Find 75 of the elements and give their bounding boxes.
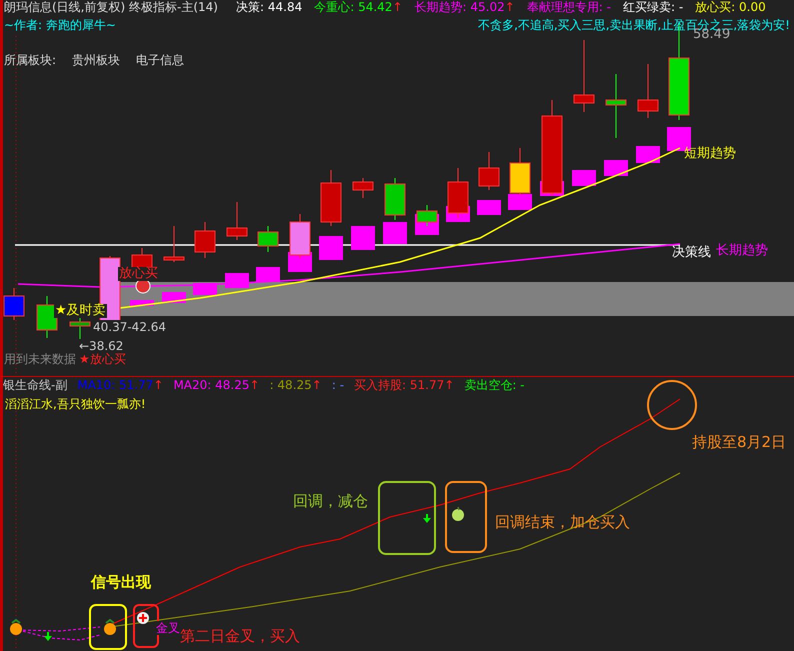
trend-block [351,226,375,250]
indicator-reading: 今重心: 54.42 [314,0,392,15]
candlestick [194,222,216,258]
candlestick [164,226,184,262]
trend-arrow: ↑ [444,378,454,393]
indicator-reading: 卖出空仓: - [464,378,524,393]
candlestick [448,168,468,218]
ball-icon [136,278,150,294]
trend-block [572,170,596,186]
annotation-text: 第二日金叉，买入 [180,629,300,643]
panel-title: 银生命线-副 [3,378,68,393]
signal-label: ★及时卖 [54,304,107,318]
signal-label: 放心买 [118,267,159,281]
trend-label: 短期趋势 [684,147,736,161]
price-range-label: 40.37-42.64 [92,320,168,334]
sector-name: 贵州板块 [72,52,120,69]
price-label: ←38.62 [78,339,124,353]
indicator-reading: 红买绿卖: - [622,0,684,15]
candlestick [258,226,278,252]
down-arrow-icon [423,514,431,523]
candlestick [290,214,310,258]
trend-block [383,222,407,244]
candlestick [320,170,342,226]
candlestick [384,178,406,220]
sector-name: 电子信息 [136,52,184,69]
poem-text: 滔滔江水,吾只独饮一瓢亦! [5,397,146,412]
candlestick [352,178,374,198]
highlight-frame [89,604,127,650]
warning-text: 用到未来数据 [4,352,76,366]
annotation-text: 回调，减仓 [293,494,368,508]
candlestick [36,296,58,338]
trend-block [319,236,343,260]
annotation-text: 持股至8月2日 [692,435,786,449]
trend-arrow: ↑ [312,378,322,393]
candlestick [226,202,248,240]
annotation-text: 回调结束，加仓买入 [495,515,630,529]
indicator-reading: : - [332,378,344,393]
indicator-reading: 长期趋势: 45.02 [414,0,505,15]
plus-circle-icon [137,612,149,624]
trend-arrow: ↑ [153,378,164,393]
trend-arrow: ↑ [392,0,402,15]
sector-label: 所属板块: [4,52,56,69]
signal-label: ★放心买 [79,352,126,366]
indicator-reading: MA10: 51.77 [77,378,154,393]
trend-label: 长期趋势 [716,244,768,258]
candlestick [416,204,438,226]
line-label: 决策线 [672,246,711,260]
candlestick [510,148,530,196]
candlestick [4,288,24,320]
trend-block [256,267,280,282]
fruit-icon [104,618,116,635]
highlight-frame [445,481,487,553]
annotation-text: 金叉 [155,621,181,635]
author-note: ~作者: 奔跑的犀牛~ [4,18,116,33]
apple-icon [452,506,464,521]
fruit-icon [10,618,22,635]
indicator-reading: MA20: 48.25 [173,378,250,393]
indicator-reading: : 48.25 [270,378,312,393]
candlestick [478,152,500,190]
candlestick [606,74,626,138]
trend-block [636,146,660,163]
down-arrow-icon [44,632,52,641]
indicator-reading: 买入持股: 51.77 [354,378,444,393]
candlestick [638,64,658,118]
highlight-circle [647,380,697,430]
indicator-reading: 决策: 44.84 [236,0,302,15]
trend-block [508,194,532,210]
indicator-reading: 奉献理想专用: - [526,0,611,15]
chart-title: 朗玛信息(日线,前复权) 终极指标-主(14) [4,0,219,15]
trend-block [477,200,501,215]
trend-arrow: ↑ [250,378,260,393]
trend-block [604,160,628,176]
trend-arrow: ↑ [504,0,515,15]
indicator-reading: 放心买: 0.00 [695,0,766,15]
annotation-text: 信号出现 [91,575,151,589]
